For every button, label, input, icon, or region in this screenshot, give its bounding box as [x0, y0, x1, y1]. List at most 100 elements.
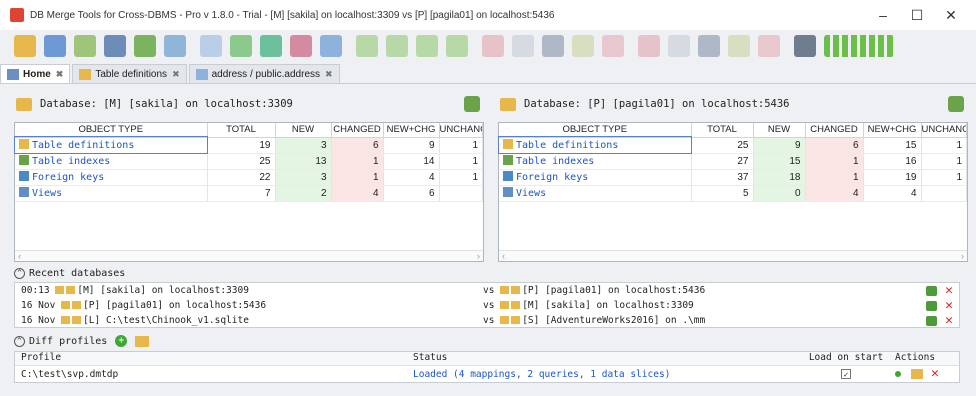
list-item[interactable]: 00:13 [M] [sakila] on localhost:3309 vs … [15, 283, 959, 298]
db-icon[interactable] [542, 35, 564, 57]
delete-icon[interactable]: ✕ [945, 299, 953, 312]
move-down-icon[interactable] [446, 35, 468, 57]
new-changed-cell: 6 [383, 185, 440, 202]
column-header[interactable]: OBJECT TYPE [499, 123, 692, 138]
script-right-icon[interactable] [638, 35, 660, 57]
tab-home[interactable]: Home ✖ [0, 64, 71, 83]
scroll-left-icon[interactable]: ‹ [502, 251, 505, 261]
open-icon[interactable] [926, 285, 938, 296]
run-icon[interactable] [895, 371, 901, 377]
close-icon[interactable]: ✖ [172, 69, 180, 80]
delete-icon[interactable]: ✕ [931, 367, 939, 380]
column-header[interactable]: UNCHANG [439, 123, 483, 138]
list-item[interactable]: 16 Nov [L] C:\test\Chinook_v1.sqlite vs … [15, 313, 959, 328]
export-icon[interactable] [164, 35, 186, 57]
column-header[interactable]: NEW [275, 123, 332, 138]
doc-icon[interactable] [512, 35, 534, 57]
column-header[interactable]: NEW+CHG [383, 123, 440, 138]
diff-profiles-header[interactable]: ^ Diff profiles + [14, 333, 150, 349]
column-header[interactable]: Status [409, 352, 801, 365]
close-icon[interactable]: ✖ [56, 69, 64, 80]
tab-address[interactable]: address / public.address ✖ [188, 64, 340, 83]
grid-green-icon[interactable] [230, 35, 252, 57]
new-cell: 3 [275, 169, 332, 186]
horizontal-scrollbar[interactable]: ‹ › [499, 250, 967, 261]
table-definitions-icon[interactable] [44, 35, 66, 57]
grid-blue-icon[interactable] [320, 35, 342, 57]
close-button[interactable]: ✕ [936, 6, 966, 24]
table-icon [19, 139, 29, 149]
changed-cell: 1 [805, 153, 864, 170]
column-header[interactable]: UNCHANG [921, 123, 967, 138]
table-row[interactable]: Table indexes 25 13 1 14 1 [15, 153, 483, 170]
transfer-right-icon[interactable] [728, 35, 750, 57]
sort-down-icon[interactable] [386, 35, 408, 57]
layout-icons[interactable] [824, 35, 894, 57]
delete-icon[interactable]: ✕ [945, 284, 953, 297]
open-database-icon[interactable] [14, 35, 36, 57]
recent-databases-header[interactable]: ^ Recent databases [14, 266, 125, 280]
table-row[interactable]: Views 5 0 4 4 [499, 185, 967, 202]
list-item[interactable]: 16 Nov [P] [pagila01] on localhost:5436 … [15, 298, 959, 313]
table-row[interactable]: Table indexes 27 15 1 16 1 [499, 153, 967, 170]
profile-path: C:\test\svp.dmtdp [21, 368, 119, 380]
column-header[interactable]: TOTAL [691, 123, 754, 138]
refresh-icon[interactable] [948, 96, 964, 112]
refresh-icon[interactable] [134, 35, 156, 57]
move-up-icon[interactable] [416, 35, 438, 57]
tab-label: Table definitions [95, 68, 168, 80]
sort-up-icon[interactable] [356, 35, 378, 57]
column-header[interactable]: OBJECT TYPE [15, 123, 208, 138]
column-header[interactable]: Actions [891, 352, 959, 365]
horizontal-scrollbar[interactable]: ‹ › [15, 250, 483, 261]
minimize-button[interactable]: – [868, 6, 898, 24]
delete-script-icon[interactable] [602, 35, 624, 57]
grid-icon[interactable] [200, 35, 222, 57]
table-row[interactable]: Views 7 2 4 6 [15, 185, 483, 202]
column-header[interactable]: NEW [753, 123, 806, 138]
refresh-icon[interactable] [464, 96, 480, 112]
edit-profile-icon[interactable] [911, 369, 923, 379]
total-cell: 22 [207, 169, 276, 186]
table-row[interactable]: Foreign keys 22 3 1 4 1 [15, 169, 483, 186]
open-profile-icon[interactable] [135, 335, 150, 347]
unchanged-cell: 1 [439, 137, 483, 154]
column-header[interactable]: TOTAL [207, 123, 276, 138]
db-right-icon[interactable] [698, 35, 720, 57]
scroll-left-icon[interactable]: ‹ [18, 251, 21, 261]
maximize-button[interactable]: ☐ [902, 6, 932, 24]
tab-label: Home [23, 68, 51, 80]
load-on-start-checkbox[interactable]: ✓ [841, 368, 851, 379]
column-header[interactable]: CHANGED [805, 123, 864, 138]
collapse-icon[interactable]: ^ [14, 335, 25, 347]
column-header[interactable]: Load on start [801, 352, 891, 365]
doc-right-icon[interactable] [668, 35, 690, 57]
close-icon[interactable]: ✖ [325, 69, 333, 80]
grid-red-icon[interactable] [290, 35, 312, 57]
table-row[interactable]: C:\test\svp.dmtdp Loaded (4 mappings, 2 … [15, 366, 959, 382]
table-data-icon[interactable] [74, 35, 96, 57]
delete-icon[interactable]: ✕ [945, 314, 953, 327]
title-bar: DB Merge Tools for Cross-DBMS - Pro v 1.… [0, 0, 976, 30]
tools-icon[interactable] [794, 35, 816, 57]
table-row[interactable]: Table definitions 25 9 6 15 1 [498, 136, 967, 154]
collapse-icon[interactable]: ^ [14, 267, 25, 279]
add-profile-icon[interactable]: + [115, 335, 128, 347]
transfer-icon[interactable] [572, 35, 594, 57]
column-header[interactable]: CHANGED [331, 123, 384, 138]
delete-right-icon[interactable] [758, 35, 780, 57]
scroll-right-icon[interactable]: › [477, 251, 480, 261]
open-icon[interactable] [926, 300, 938, 311]
views-icon[interactable] [104, 35, 126, 57]
scroll-right-icon[interactable]: › [961, 251, 964, 261]
open-icon[interactable] [926, 315, 938, 326]
object-type-label: Foreign keys [32, 172, 105, 183]
total-cell: 19 [207, 137, 276, 154]
tab-table-definitions[interactable]: Table definitions ✖ [72, 64, 187, 83]
column-header[interactable]: NEW+CHG [863, 123, 922, 138]
grid-teal-icon[interactable] [260, 35, 282, 57]
table-row[interactable]: Foreign keys 37 18 1 19 1 [499, 169, 967, 186]
table-row[interactable]: Table definitions 19 3 6 9 1 [14, 136, 483, 154]
script-icon[interactable] [482, 35, 504, 57]
column-header[interactable]: Profile [15, 352, 409, 365]
